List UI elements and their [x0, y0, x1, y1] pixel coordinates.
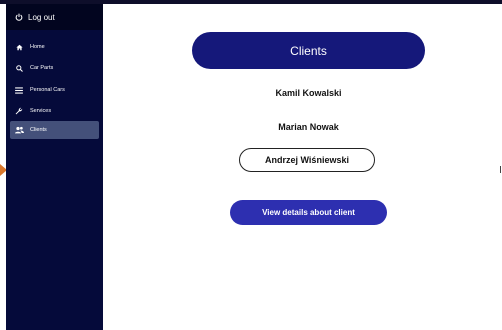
- client-list-item[interactable]: Marian Nowak: [200, 122, 417, 132]
- sidebar-item-clients[interactable]: Clients: [10, 121, 99, 139]
- sidebar-item-label: Home: [30, 44, 45, 50]
- client-list-item-selected[interactable]: Andrzej Wiśniewski: [239, 148, 375, 172]
- power-icon: [15, 13, 23, 21]
- logout-label: Log out: [28, 12, 55, 22]
- sidebar-item-personal-cars[interactable]: Personal Cars: [10, 81, 99, 99]
- sidebar-item-car-parts[interactable]: Car Parts: [10, 59, 99, 77]
- sidebar-item-home[interactable]: Home: [10, 38, 99, 56]
- scroll-marker: [500, 166, 501, 173]
- sidebar-item-label: Personal Cars: [30, 87, 65, 93]
- page-title: Clients: [192, 32, 425, 69]
- search-icon: [14, 64, 24, 72]
- sidebar-item-services[interactable]: Services: [10, 102, 99, 120]
- logout-button[interactable]: Log out: [6, 4, 103, 30]
- client-list-item[interactable]: Kamil Kowalski: [200, 88, 417, 98]
- menu-icon: [14, 86, 24, 94]
- sidebar: Log out Home Car Parts Personal Cars Ser…: [6, 4, 103, 330]
- users-icon: [14, 126, 24, 134]
- wrench-icon: [14, 107, 24, 115]
- home-icon: [14, 44, 24, 51]
- sidebar-item-label: Services: [30, 108, 52, 114]
- sidebar-item-label: Car Parts: [30, 65, 54, 71]
- view-client-details-button[interactable]: View details about client: [230, 200, 387, 225]
- sidebar-item-label: Clients: [30, 127, 47, 133]
